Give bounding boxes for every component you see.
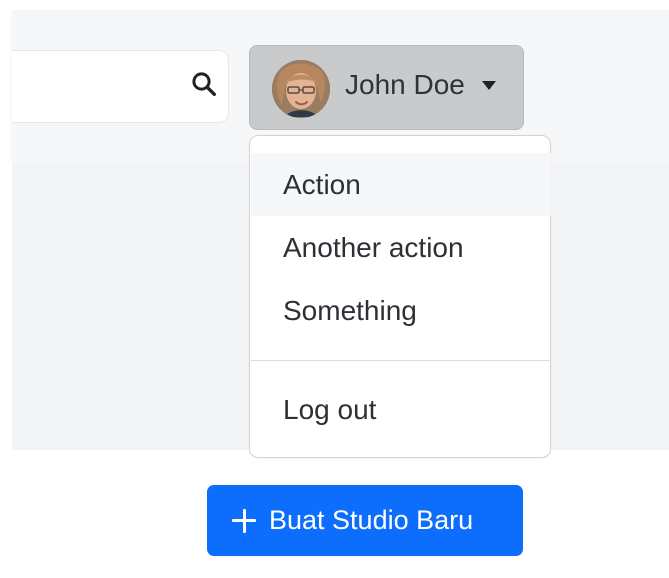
page-canvas: John Doe Action Another action Something…: [0, 0, 669, 578]
search-icon[interactable]: [191, 71, 217, 97]
menu-item-log-out[interactable]: Log out: [251, 378, 551, 441]
create-studio-label: Buat Studio Baru: [269, 505, 474, 535]
menu-item-something[interactable]: Something: [251, 279, 551, 342]
avatar-image: [272, 60, 330, 118]
menu-item-action[interactable]: Action: [251, 153, 551, 216]
menu-item-another-action[interactable]: Another action: [251, 216, 551, 279]
menu-divider: [251, 360, 551, 361]
avatar[interactable]: [272, 60, 330, 118]
plus-icon: [232, 509, 256, 533]
create-studio-button[interactable]: Buat Studio Baru: [207, 485, 523, 556]
user-name[interactable]: John Doe: [345, 69, 465, 101]
user-dropdown-menu: Action Another action Something Log out: [249, 135, 551, 458]
chevron-down-icon[interactable]: [482, 81, 496, 90]
